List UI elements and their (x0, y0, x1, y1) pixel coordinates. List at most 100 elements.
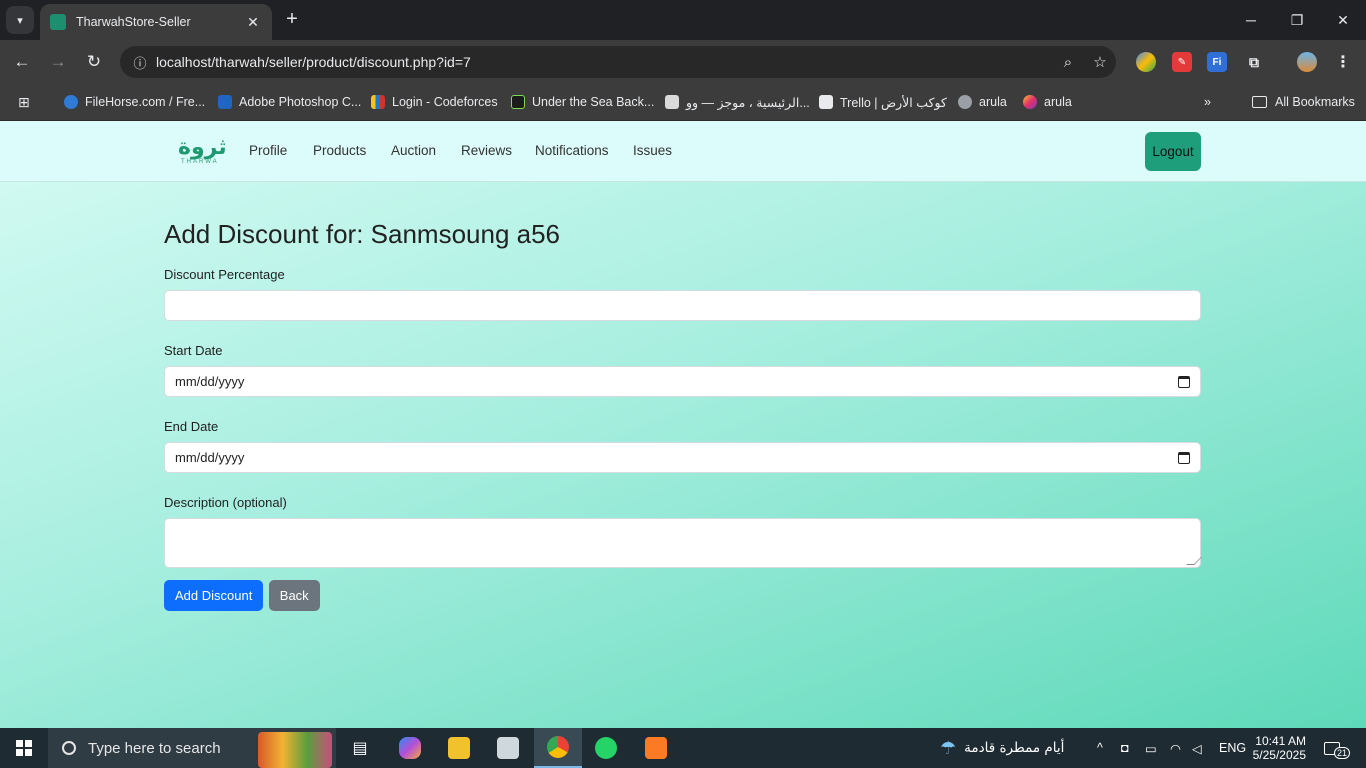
windows-logo-icon (16, 740, 32, 756)
back-arrow-icon[interactable]: ← (8, 48, 36, 76)
resize-handle-icon[interactable] (1186, 557, 1202, 565)
close-tab-icon[interactable]: ✕ (244, 14, 262, 31)
task-view-icon: ▤ (352, 740, 368, 757)
wifi-icon[interactable]: ◠ (1170, 728, 1181, 768)
tab-search-button[interactable]: ▾ (6, 6, 34, 34)
bookmark-label: Under the Sea Back... (532, 95, 655, 109)
discount-percentage-label: Discount Percentage (164, 267, 285, 282)
bookmark-item[interactable]: FileHorse.com / Fre... (64, 92, 205, 112)
nav-profile[interactable]: Profile (249, 143, 287, 158)
copilot-button[interactable] (386, 728, 434, 768)
add-discount-button[interactable]: Add Discount (164, 580, 264, 611)
extensions-puzzle-icon[interactable]: ⧉ (1244, 52, 1264, 72)
notification-center-button[interactable]: 21 (1324, 728, 1351, 768)
back-button[interactable]: Back (268, 580, 320, 611)
weather-widget[interactable]: ☂ أيام ممطرة قادمة (940, 728, 1064, 768)
url-text: localhost/tharwah/seller/product/discoun… (156, 54, 471, 70)
windows-taskbar: Type here to search ▤ ☂ أيام ممطرة قادمة… (0, 728, 1366, 768)
language-indicator[interactable]: ENG (1219, 728, 1246, 768)
photos-icon (497, 737, 519, 759)
bookmark-label: arula (1044, 95, 1072, 109)
nav-issues[interactable]: Issues (633, 143, 672, 158)
clock-time: 10:41 AM (1255, 734, 1306, 748)
whatsapp-icon (595, 737, 617, 759)
taskbar-search-box[interactable]: Type here to search (48, 728, 336, 768)
nav-reviews[interactable]: Reviews (461, 143, 512, 158)
file-explorer-button[interactable] (435, 728, 483, 768)
start-date-label: Start Date (164, 343, 223, 358)
forward-arrow-icon[interactable]: → (44, 48, 72, 76)
discount-percentage-input[interactable] (164, 290, 1201, 321)
bookmark-item[interactable]: Adobe Photoshop C... (218, 92, 361, 112)
calendar-icon[interactable] (1178, 375, 1190, 388)
search-icon (62, 741, 76, 755)
all-bookmarks-button[interactable]: All Bookmarks (1252, 92, 1355, 112)
clock[interactable]: 10:41 AM 5/25/2025 (1253, 728, 1306, 768)
bookmark-item[interactable]: Login - Codeforces (371, 92, 498, 112)
discount-form: Add Discount for: Sanmsoung a56 Discount… (164, 219, 1202, 611)
chevron-label: » (1204, 95, 1211, 109)
zoom-search-icon[interactable]: ⌕ (1052, 54, 1084, 71)
weather-text: أيام ممطرة قادمة (964, 740, 1065, 756)
nav-notifications[interactable]: Notifications (535, 143, 609, 158)
bookmark-star-icon[interactable]: ☆ (1084, 53, 1116, 71)
folder-icon (448, 737, 470, 759)
close-window-button[interactable]: ✕ (1320, 0, 1366, 40)
battery-icon[interactable]: ▭ (1145, 728, 1157, 768)
bookmark-label: Adobe Photoshop C... (239, 95, 362, 109)
bookmark-item[interactable]: arula (958, 92, 1007, 112)
bookmark-label: FileHorse.com / Fre... (85, 95, 206, 109)
description-textarea[interactable] (164, 518, 1202, 568)
extension-fi-icon[interactable]: Fi (1207, 52, 1227, 72)
apps-grid-icon[interactable]: ⊞ (18, 92, 30, 112)
gear-icon (958, 95, 972, 109)
volume-icon[interactable]: ◁ (1192, 728, 1202, 768)
profile-avatar[interactable] (1297, 52, 1317, 72)
whatsapp-button[interactable] (582, 728, 630, 768)
more-bookmarks-chevron-icon[interactable]: » (1204, 92, 1211, 112)
chrome-button[interactable] (534, 728, 582, 768)
tharwa-logo[interactable]: ثروة THARWA (178, 135, 227, 173)
photos-app-button[interactable] (484, 728, 532, 768)
start-date-input[interactable]: mm/dd/yyyy (164, 366, 1201, 397)
address-bar[interactable]: ⓘ localhost/tharwah/seller/product/disco… (120, 46, 1116, 78)
calendar-icon[interactable] (1178, 451, 1190, 464)
extension-chromatic-icon[interactable] (1136, 52, 1156, 72)
camera-icon[interactable]: ◘ (1121, 728, 1129, 768)
umbrella-icon: ☂ (940, 737, 957, 758)
task-view-button[interactable]: ▤ (336, 728, 384, 768)
all-bookmarks-label: All Bookmarks (1275, 95, 1355, 109)
description-label: Description (optional) (164, 495, 287, 510)
notification-count: 21 (1334, 747, 1351, 759)
browser-tab-active[interactable]: TharwahStore-Seller ✕ (40, 4, 272, 40)
logo-arabic: ثروة (178, 135, 227, 160)
start-button[interactable] (0, 728, 48, 768)
new-tab-button[interactable]: + (280, 8, 304, 32)
bookmark-item[interactable]: الرئيسية ، موجز — وو... (665, 92, 810, 112)
bookmark-item[interactable]: Under the Sea Back... (511, 92, 654, 112)
end-date-input[interactable]: mm/dd/yyyy (164, 442, 1201, 473)
logout-button[interactable]: Logout (1145, 132, 1201, 171)
restore-button[interactable]: ❐ (1274, 0, 1320, 40)
extension-pdf-icon[interactable]: ✎ (1172, 52, 1192, 72)
bookmark-label: Trello | كوكب الأرض (840, 95, 947, 110)
site-favicon-icon (50, 14, 66, 30)
nav-auction[interactable]: Auction (391, 143, 436, 158)
bookmarks-bar: ⊞ FileHorse.com / Fre... Adobe Photoshop… (0, 84, 1366, 121)
xampp-button[interactable] (632, 728, 680, 768)
instagram-icon (1023, 95, 1037, 109)
end-date-placeholder: mm/dd/yyyy (175, 450, 245, 465)
codeforces-icon (371, 95, 385, 109)
site-navbar: ثروة THARWA Profile Products Auction Rev… (0, 121, 1366, 182)
site-info-icon[interactable]: ⓘ (124, 53, 156, 72)
minimize-button[interactable]: ─ (1228, 0, 1274, 40)
bookmark-item[interactable]: Trello | كوكب الأرض (819, 92, 947, 112)
bookmark-item[interactable]: arula (1023, 92, 1072, 112)
show-hidden-icons-chevron-icon[interactable]: ^ (1097, 728, 1103, 768)
reload-icon[interactable]: ↻ (80, 48, 108, 76)
folder-icon (1252, 96, 1267, 108)
nav-products[interactable]: Products (313, 143, 366, 158)
browser-toolbar: ← → ↻ ⓘ localhost/tharwah/seller/product… (0, 40, 1366, 84)
chrome-icon (547, 736, 569, 758)
browser-menu-icon[interactable]: ⋮ (1333, 52, 1353, 72)
